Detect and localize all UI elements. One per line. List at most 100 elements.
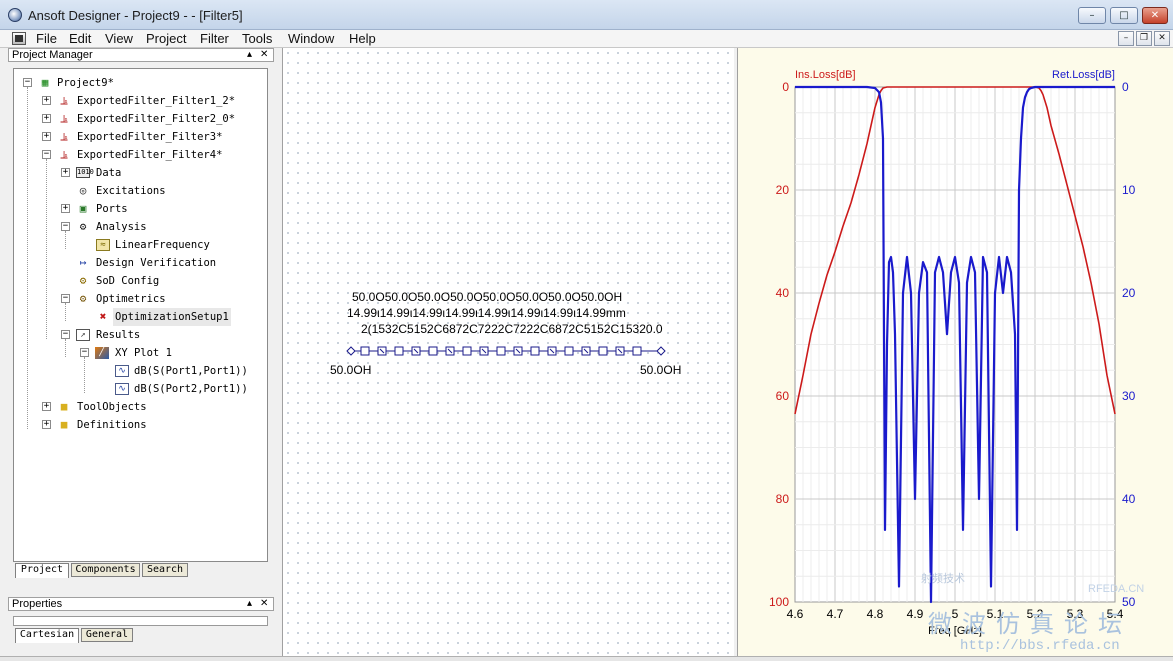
expand-toggle[interactable]: + bbox=[61, 168, 70, 177]
project-tree: − ▦ Project9* + ⫡ ExportedFilter_Filter1… bbox=[13, 68, 268, 562]
close-button[interactable]: ✕ bbox=[1142, 7, 1168, 24]
tree-item-label: Excitations bbox=[96, 185, 166, 197]
tree-item-label: ExportedFilter_Filter1_2* bbox=[77, 95, 236, 107]
tree-item-label: ExportedFilter_Filter4* bbox=[77, 149, 223, 161]
collapse-toggle[interactable]: − bbox=[61, 222, 70, 231]
xy-plot-window[interactable]: 4.6 4.7 4.8 4.9 5 5.1 5.2 5.3 5.4 0 20 40 60 80 100 0 10… bbox=[737, 48, 1173, 661]
expand-toggle[interactable]: + bbox=[42, 420, 51, 429]
tree-item-label: ToolObjects bbox=[77, 401, 147, 413]
tree-item-ports[interactable]: + ▣ Ports bbox=[14, 200, 264, 218]
collapse-toggle[interactable]: − bbox=[42, 150, 51, 159]
expand-toggle[interactable]: + bbox=[42, 132, 51, 141]
line-section[interactable] bbox=[564, 346, 574, 356]
y-right-tick-label: 40 bbox=[1122, 492, 1136, 506]
expand-toggle[interactable]: + bbox=[42, 114, 51, 123]
line-section[interactable] bbox=[598, 346, 608, 356]
expand-toggle[interactable]: + bbox=[42, 402, 51, 411]
mdi-close-button[interactable]: ✕ bbox=[1154, 31, 1170, 46]
menu-view[interactable]: View bbox=[105, 30, 133, 48]
line-section[interactable] bbox=[462, 346, 472, 356]
maximize-button[interactable]: □ bbox=[1110, 7, 1138, 24]
mdi-minimize-button[interactable]: – bbox=[1118, 31, 1134, 46]
line-section[interactable] bbox=[360, 346, 370, 356]
collapse-toggle[interactable]: − bbox=[61, 330, 70, 339]
tab-cartesian[interactable]: Cartesian bbox=[15, 628, 79, 643]
x-tick-label: 4.6 bbox=[787, 607, 804, 621]
line-section[interactable] bbox=[428, 346, 438, 356]
tree-item-xy-plot-1[interactable]: − ╱ XY Plot 1 bbox=[14, 344, 264, 362]
line-section[interactable] bbox=[394, 346, 404, 356]
document-window-icon[interactable] bbox=[12, 32, 26, 45]
port-left-terminal[interactable] bbox=[346, 346, 356, 356]
tree-item-filter1[interactable]: + ⫡ ExportedFilter_Filter1_2* bbox=[14, 92, 264, 110]
tree-item-label: dB(S(Port1,Port1)) bbox=[134, 365, 248, 377]
menu-help[interactable]: Help bbox=[349, 30, 376, 48]
menu-file[interactable]: File bbox=[36, 30, 57, 48]
minimize-button[interactable]: – bbox=[1078, 7, 1106, 24]
properties-tabs: Cartesian General bbox=[13, 628, 273, 643]
menu-window[interactable]: Window bbox=[288, 30, 334, 48]
port-right-terminal[interactable] bbox=[656, 346, 666, 356]
tree-item-sod-config[interactable]: ⚙ SoD Config bbox=[14, 272, 264, 290]
schematic-canvas[interactable]: 50.0O50.0O50.0O50.0O50.0O50.0O50.0O50.0O… bbox=[282, 48, 734, 661]
tree-item-optimizationsetup1[interactable]: ✖ OptimizationSetup1 bbox=[14, 308, 264, 326]
y-right-tick-label: 20 bbox=[1122, 286, 1136, 300]
tree-item-label: OptimizationSetup1 bbox=[113, 308, 231, 326]
y-left-tick-label: 20 bbox=[776, 183, 790, 197]
tree-item-data[interactable]: + 1010 Data bbox=[14, 164, 264, 182]
length-labels: 14.99ι14.99ι14.99ι14.99ι14.99ι14.99ι14.9… bbox=[347, 306, 626, 320]
mdi-restore-button[interactable]: ❐ bbox=[1136, 31, 1152, 46]
tree-item-label: Analysis bbox=[96, 221, 147, 233]
tree-item-label: Data bbox=[96, 167, 122, 179]
tree-item-design-verification[interactable]: ↦ Design Verification bbox=[14, 254, 264, 272]
tab-search[interactable]: Search bbox=[142, 563, 188, 577]
analysis-gear-icon: ⚙ bbox=[79, 220, 87, 233]
tree-item-excitations[interactable]: ◎ Excitations bbox=[14, 182, 264, 200]
menu-tools[interactable]: Tools bbox=[242, 30, 272, 48]
folder-icon: ■ bbox=[60, 418, 68, 431]
panel-pin-icon[interactable]: ▴ bbox=[247, 49, 252, 61]
collapse-toggle[interactable]: − bbox=[80, 348, 89, 357]
panel-pin-icon[interactable]: ▴ bbox=[247, 598, 252, 610]
filter-icon: ⫡ bbox=[60, 94, 68, 107]
line-section[interactable] bbox=[530, 346, 540, 356]
tree-item-label: XY Plot 1 bbox=[115, 347, 172, 359]
tree-item-trace-s21[interactable]: ∿ dB(S(Port2,Port1)) bbox=[14, 380, 264, 398]
tab-components[interactable]: Components bbox=[71, 563, 140, 577]
xy-plot-icon: ╱ bbox=[95, 347, 109, 359]
expand-toggle[interactable]: + bbox=[61, 204, 70, 213]
tree-item-analysis[interactable]: − ⚙ Analysis bbox=[14, 218, 264, 236]
tree-item-optimetrics[interactable]: − ⚙ Optimetrics bbox=[14, 290, 264, 308]
sweep-icon: ≈ bbox=[96, 239, 110, 251]
menu-filter[interactable]: Filter bbox=[200, 30, 229, 48]
tree-item-trace-s11[interactable]: ∿ dB(S(Port1,Port1)) bbox=[14, 362, 264, 380]
tab-general[interactable]: General bbox=[81, 628, 133, 642]
tree-item-project9[interactable]: − ▦ Project9* bbox=[14, 74, 264, 92]
collapse-toggle[interactable]: − bbox=[61, 294, 70, 303]
filter-schematic[interactable] bbox=[343, 344, 673, 358]
ansoft-app-icon[interactable] bbox=[8, 8, 22, 22]
tree-item-results[interactable]: − ↗ Results bbox=[14, 326, 264, 344]
line-section[interactable] bbox=[632, 346, 642, 356]
tab-project[interactable]: Project bbox=[15, 563, 69, 578]
tree-item-label: dB(S(Port2,Port1)) bbox=[134, 383, 248, 395]
tree-item-toolobjects[interactable]: + ■ ToolObjects bbox=[14, 398, 264, 416]
panel-close-icon[interactable]: ✕ bbox=[260, 49, 268, 61]
x-tick-label: 4.8 bbox=[867, 607, 884, 621]
tree-item-filter4[interactable]: − ⫡ ExportedFilter_Filter4* bbox=[14, 146, 264, 164]
menu-project[interactable]: Project bbox=[146, 30, 186, 48]
tree-item-definitions[interactable]: + ■ Definitions bbox=[14, 416, 264, 434]
tree-item-linearfrequency[interactable]: ≈ LinearFrequency bbox=[14, 236, 264, 254]
tree-item-filter3[interactable]: + ⫡ ExportedFilter_Filter3* bbox=[14, 128, 264, 146]
filter-icon: ⫡ bbox=[60, 130, 68, 143]
expand-toggle[interactable]: + bbox=[42, 96, 51, 105]
tree-item-label: ExportedFilter_Filter2_0* bbox=[77, 113, 236, 125]
menu-edit[interactable]: Edit bbox=[69, 30, 91, 48]
tree-item-label: Project9* bbox=[57, 77, 114, 89]
tree-item-filter2[interactable]: + ⫡ ExportedFilter_Filter2_0* bbox=[14, 110, 264, 128]
line-section[interactable] bbox=[496, 346, 506, 356]
y-left-tick-label: 60 bbox=[776, 389, 790, 403]
panel-close-icon[interactable]: ✕ bbox=[260, 598, 268, 610]
title-bar: Ansoft Designer - Project9 - - [Filter5]… bbox=[0, 0, 1173, 30]
collapse-toggle[interactable]: − bbox=[23, 78, 32, 87]
